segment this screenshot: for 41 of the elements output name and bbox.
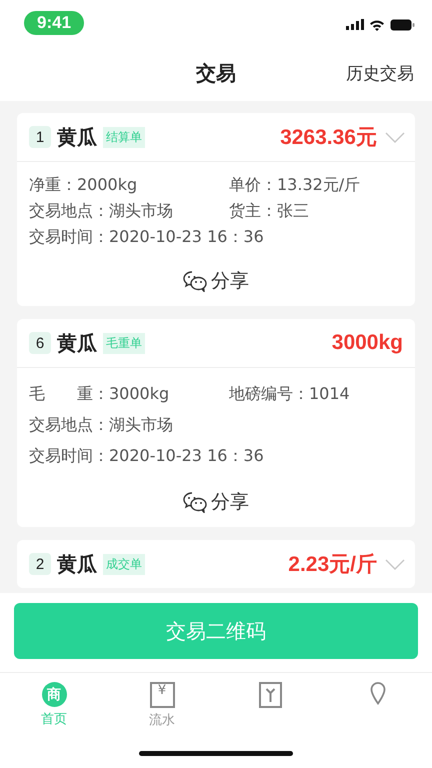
detail-text: 交易地点：湖头市场 — [29, 200, 174, 222]
record-card[interactable]: 2 黄瓜 成交单 2.23元/斤 — [17, 540, 415, 588]
detail-text: 毛 重：3000kg — [29, 382, 170, 405]
chevron-icon[interactable] — [385, 558, 405, 570]
product-name: 黄瓜 — [57, 330, 97, 356]
record-card[interactable]: 6 黄瓜 毛重单 3000kg 毛 重：3000kg 地磅编号：1014 交易地点：湖头市场 交易时间：2020-10-23 16：36 分享 — [17, 319, 415, 527]
record-tag: 结算单 — [103, 126, 145, 148]
status-time: 9:41 — [24, 10, 84, 34]
shop-icon: 商 — [42, 682, 66, 707]
record-amount: 3263.36元 — [280, 125, 377, 151]
pin-icon — [370, 682, 386, 706]
share-button[interactable]: 分享 — [179, 264, 253, 298]
wifi-icon — [369, 18, 385, 30]
battery-icon — [390, 18, 415, 30]
record-tag: 毛重单 — [103, 332, 145, 354]
detail-text: 货主：张三 — [229, 200, 310, 222]
detail-text: 交易地点：湖头市场 — [29, 414, 174, 436]
sprout-icon — [258, 682, 282, 708]
history-link[interactable]: 历史交易 — [346, 62, 414, 84]
share-button[interactable]: 分享 — [179, 485, 253, 519]
detail-text: 交易时间：2020-10-23 16：36 — [29, 226, 265, 248]
detail-text: 地磅编号：1014 — [229, 382, 351, 405]
record-amount: 2.23元/斤 — [288, 552, 377, 578]
product-name: 黄瓜 — [57, 550, 97, 578]
chat-icon — [183, 492, 207, 512]
detail-text: 交易时间：2020-10-23 16：36 — [29, 444, 265, 467]
chevron-icon[interactable] — [385, 132, 405, 142]
signal-icon — [346, 19, 364, 30]
record-card[interactable]: 1 黄瓜 结算单 3263.36元 净重：2000kg 单价：13.32元/斤 交易地点：湖头市场 货主：张三 交易时间：2020-10-23 16：36 分享 — [17, 113, 415, 306]
ledger-icon: ¥ — [150, 682, 174, 708]
product-name: 黄瓜 — [57, 124, 97, 150]
record-index: 1 — [29, 126, 51, 148]
detail-text: 单价：13.32元/斤 — [229, 174, 362, 196]
chat-icon — [183, 270, 207, 292]
tab-item[interactable]: ¥ 流水 — [108, 673, 216, 737]
record-index: 2 — [29, 553, 51, 575]
page-title: 交易 — [196, 60, 236, 86]
record-tag: 成交单 — [103, 554, 145, 574]
record-index: 6 — [29, 332, 51, 354]
record-amount: 3000kg — [332, 331, 403, 355]
detail-text: 净重：2000kg — [29, 174, 138, 196]
